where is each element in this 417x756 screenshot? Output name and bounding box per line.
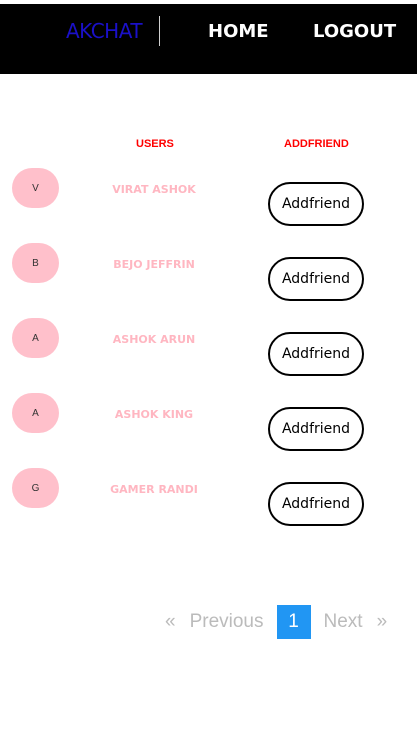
navbar: AKCHAT HOME LOGOUT [0, 4, 417, 74]
user-row: G GAMER RANDI Addfriend [0, 468, 417, 528]
previous-page-button[interactable]: Previous [190, 611, 264, 633]
user-row: V VIRAT ASHOK Addfriend [0, 168, 417, 228]
avatar: V [12, 168, 59, 208]
addfriend-button[interactable]: Addfriend [268, 332, 364, 376]
previous-arrow-icon[interactable]: « [165, 611, 176, 633]
avatar: A [12, 318, 59, 358]
users-column-header: USERS [136, 138, 174, 150]
avatar: B [12, 243, 59, 283]
addfriend-button[interactable]: Addfriend [268, 407, 364, 451]
user-row: A ASHOK KING Addfriend [0, 393, 417, 453]
nav-logout-link[interactable]: LOGOUT [313, 21, 396, 42]
brand-divider [159, 16, 160, 46]
next-arrow-icon[interactable]: » [377, 611, 388, 633]
user-name: ASHOK ARUN [112, 333, 196, 346]
pagination: « Previous 1 Next » [165, 605, 387, 639]
current-page-button[interactable]: 1 [276, 605, 311, 639]
brand-logo[interactable]: AKCHAT [66, 19, 143, 43]
user-name: ASHOK KING [114, 408, 194, 421]
addfriend-button[interactable]: Addfriend [268, 257, 364, 301]
user-row: B BEJO JEFFRIN Addfriend [0, 243, 417, 303]
avatar: A [12, 393, 59, 433]
user-name: GAMER RANDI [110, 483, 198, 496]
user-name: VIRAT ASHOK [112, 183, 196, 196]
addfriend-button[interactable]: Addfriend [268, 182, 364, 226]
next-page-button[interactable]: Next [324, 611, 363, 633]
addfriend-button[interactable]: Addfriend [268, 482, 364, 526]
avatar: G [12, 468, 59, 508]
user-name: BEJO JEFFRIN [113, 258, 195, 271]
addfriend-column-header: ADDFRIEND [284, 138, 349, 150]
user-row: A ASHOK ARUN Addfriend [0, 318, 417, 378]
nav-home-link[interactable]: HOME [208, 21, 269, 42]
